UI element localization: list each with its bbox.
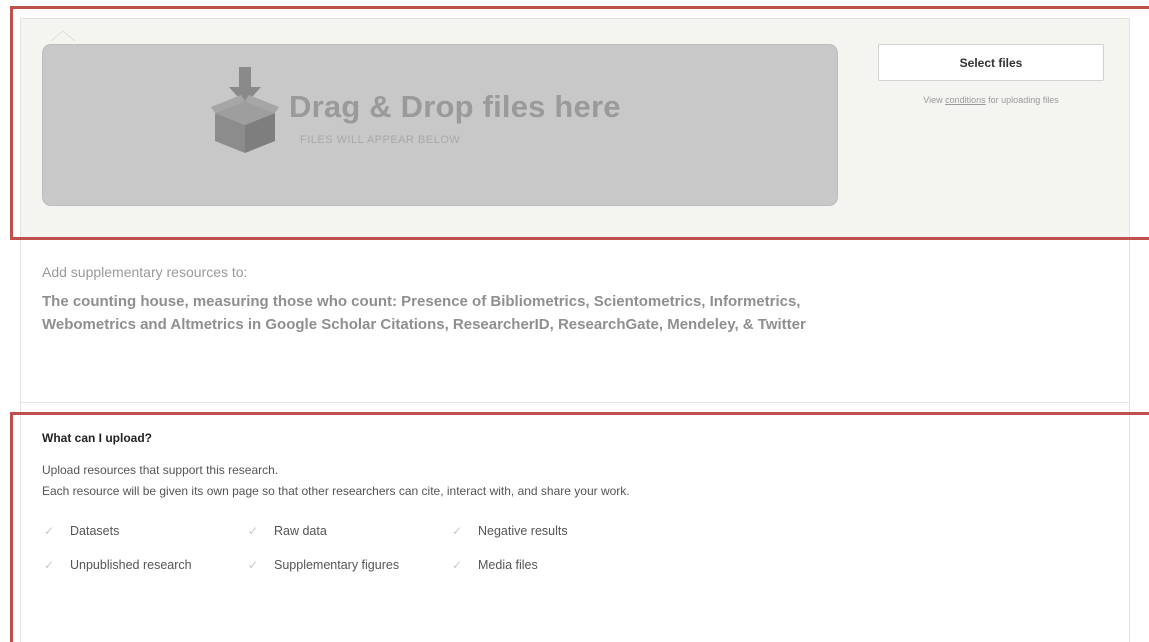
info-line-2: Each resource will be given its own page… <box>42 484 630 498</box>
check-icon: ✓ <box>44 524 55 538</box>
info-line-1: Upload resources that support this resea… <box>42 463 279 477</box>
drop-title: Drag & Drop files here <box>289 89 621 124</box>
download-box-icon <box>211 67 279 153</box>
check-icon: ✓ <box>248 524 259 538</box>
resource-type-label: Unpublished research <box>70 558 192 572</box>
drop-subtitle: FILES WILL APPEAR BELOW <box>300 134 461 146</box>
conditions-suffix: for uploading files <box>985 95 1059 105</box>
drop-zone[interactable]: Drag & Drop files here FILES WILL APPEAR… <box>42 44 838 206</box>
check-icon: ✓ <box>248 558 259 572</box>
add-to-label: Add supplementary resources to: <box>42 264 248 280</box>
check-icon: ✓ <box>452 558 463 572</box>
publication-title: The counting house, measuring those who … <box>42 293 806 333</box>
resource-type-label: Negative results <box>478 524 568 538</box>
check-icon: ✓ <box>452 524 463 538</box>
resource-type-label: Supplementary figures <box>274 558 400 572</box>
resource-type-unpublished-research: ✓ Unpublished research <box>44 558 192 572</box>
conditions-link[interactable]: conditions <box>945 95 986 105</box>
resource-type-datasets: ✓ Datasets <box>44 524 119 538</box>
resource-type-label: Raw data <box>274 524 327 538</box>
resource-type-media-files: ✓ Media files <box>452 558 538 572</box>
section-divider <box>21 402 1129 403</box>
tab-notch-icon <box>51 29 81 43</box>
resource-type-label: Datasets <box>70 524 120 538</box>
upload-conditions-note: View conditions for uploading files <box>878 95 1104 105</box>
conditions-prefix: View <box>923 95 946 105</box>
resource-type-raw-data: ✓ Raw data <box>248 524 327 538</box>
resource-type-negative-results: ✓ Negative results <box>452 524 568 538</box>
select-files-button[interactable]: Select files <box>878 44 1104 81</box>
info-heading: What can I upload? <box>42 431 152 445</box>
resource-type-label: Media files <box>478 558 538 572</box>
resource-type-supplementary-figures: ✓ Supplementary figures <box>248 558 399 572</box>
upload-page: Drag & Drop files here FILES WILL APPEAR… <box>0 0 1149 642</box>
check-icon: ✓ <box>44 558 55 572</box>
